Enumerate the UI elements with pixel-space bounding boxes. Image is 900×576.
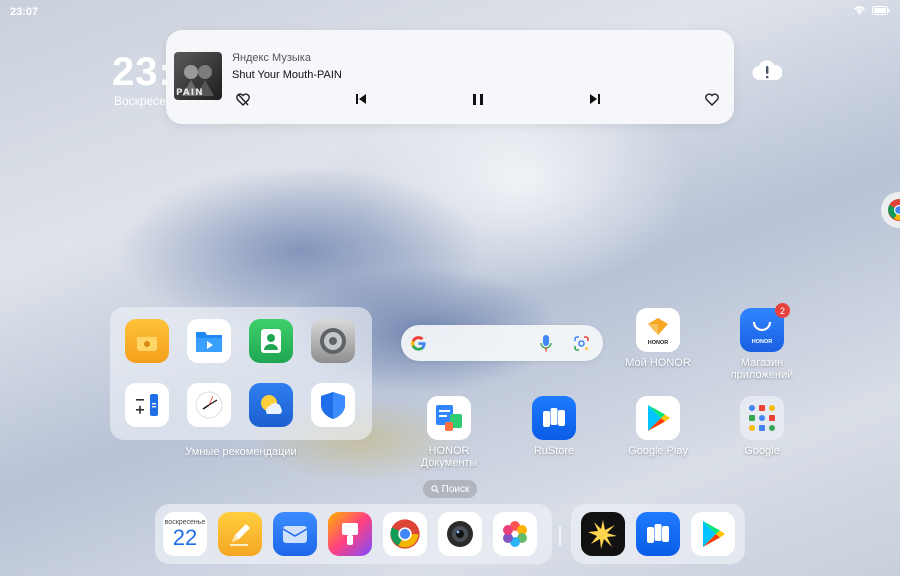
- search-icon: [430, 485, 439, 493]
- previous-button[interactable]: [352, 90, 370, 108]
- my-honor-app-icon: HONOR: [636, 308, 680, 352]
- notes-app-icon[interactable]: [125, 319, 169, 363]
- starburst-icon: [588, 520, 617, 549]
- app-honor-docs[interactable]: HONOR Документы: [409, 396, 489, 469]
- app-google-play[interactable]: Google Play: [618, 396, 698, 457]
- dock-recent: [571, 504, 745, 564]
- dock: воскресенье 22: [155, 504, 552, 564]
- battery-icon: [872, 5, 890, 15]
- app-honor-market[interactable]: HONOR 2 Магазин приложений: [722, 303, 802, 381]
- home-clock: 23:: [112, 50, 173, 94]
- album-art-text: PAIN: [176, 88, 204, 98]
- dock-recent-app[interactable]: [581, 512, 625, 556]
- app-label: HONOR Документы: [420, 445, 478, 469]
- cloud-alert-icon[interactable]: [752, 60, 783, 82]
- dock-notepad[interactable]: [218, 512, 262, 556]
- google-search-bar[interactable]: [401, 325, 603, 361]
- pause-button[interactable]: [469, 90, 487, 108]
- broken-heart-icon: [236, 92, 250, 106]
- app-label: Google Play: [628, 445, 688, 457]
- pause-icon: [473, 93, 483, 105]
- dock-themes[interactable]: [328, 512, 372, 556]
- rustore-icon: [532, 396, 576, 440]
- google-play-icon: [703, 521, 725, 547]
- weather-app-icon[interactable]: [249, 383, 293, 427]
- honor-docs-icon: [427, 396, 471, 440]
- dock-chrome[interactable]: [383, 512, 427, 556]
- app-label: Магазин приложений: [730, 357, 794, 381]
- chrome-icon: [888, 199, 900, 221]
- dock-separator: [559, 526, 561, 546]
- app-label: RuStore: [533, 445, 575, 457]
- dislike-button[interactable]: [234, 90, 252, 108]
- app-market-icon: HONOR 2: [740, 303, 790, 352]
- smart-recommendations-folder[interactable]: [110, 307, 372, 440]
- music-app-name: Яндекс Музыка: [232, 52, 311, 64]
- dock-google-play[interactable]: [691, 512, 735, 556]
- pencil-icon: [230, 524, 250, 546]
- skip-previous-icon: [356, 94, 366, 104]
- dock-email[interactable]: [273, 512, 317, 556]
- status-icons: [853, 5, 890, 15]
- folder-label: Умные рекомендации: [185, 446, 297, 458]
- security-app-icon[interactable]: [311, 383, 355, 427]
- contacts-app-icon[interactable]: [249, 319, 293, 363]
- calendar-day: 22: [172, 525, 198, 550]
- rustore-icon: [647, 524, 669, 543]
- status-time: 23:07: [10, 6, 39, 18]
- mail-icon: [282, 526, 308, 543]
- home-date: Воскресе: [114, 94, 166, 108]
- music-widget[interactable]: PAIN Яндекс Музыка Shut Your Mouth-PAIN: [166, 30, 734, 124]
- google-lens-icon: [574, 336, 589, 351]
- like-button[interactable]: [703, 90, 721, 108]
- google-g-icon: [411, 336, 426, 351]
- notification-badge: 2: [775, 303, 790, 318]
- search-pill-label: Поиск: [441, 483, 470, 495]
- gallery-flower-icon: [503, 521, 527, 547]
- chrome-icon: [390, 519, 420, 549]
- dock-camera[interactable]: [438, 512, 482, 556]
- google-folder-icon: [740, 396, 784, 440]
- microphone-icon: [540, 335, 552, 352]
- app-google-folder[interactable]: Google: [722, 396, 802, 457]
- next-button[interactable]: [586, 90, 604, 108]
- track-title: Shut Your Mouth-PAIN: [232, 69, 342, 81]
- brush-icon: [342, 523, 358, 545]
- settings-app-icon[interactable]: [311, 319, 355, 363]
- wifi-icon: [854, 6, 865, 15]
- search-pill[interactable]: Поиск: [423, 480, 477, 498]
- heart-icon: [705, 92, 719, 106]
- dock-rustore[interactable]: [636, 512, 680, 556]
- camera-icon: [447, 521, 473, 547]
- app-my-honor[interactable]: HONOR Мой HONOR: [618, 308, 698, 369]
- app-label: Google: [744, 445, 780, 457]
- files-app-icon[interactable]: [187, 319, 231, 363]
- skip-next-icon: [590, 94, 600, 104]
- svg-text:HONOR: HONOR: [648, 340, 669, 346]
- google-play-icon: [636, 396, 680, 440]
- floating-chrome-bubble[interactable]: [881, 192, 900, 228]
- app-rustore[interactable]: RuStore: [514, 396, 594, 457]
- album-art: PAIN: [174, 52, 222, 100]
- app-label: Мой HONOR: [625, 357, 691, 369]
- calculator-app-icon[interactable]: [125, 383, 169, 427]
- dock-gallery[interactable]: [493, 512, 537, 556]
- svg-text:HONOR: HONOR: [752, 339, 773, 345]
- dock-calendar[interactable]: воскресенье 22: [163, 512, 207, 556]
- clock-app-icon[interactable]: [187, 383, 231, 427]
